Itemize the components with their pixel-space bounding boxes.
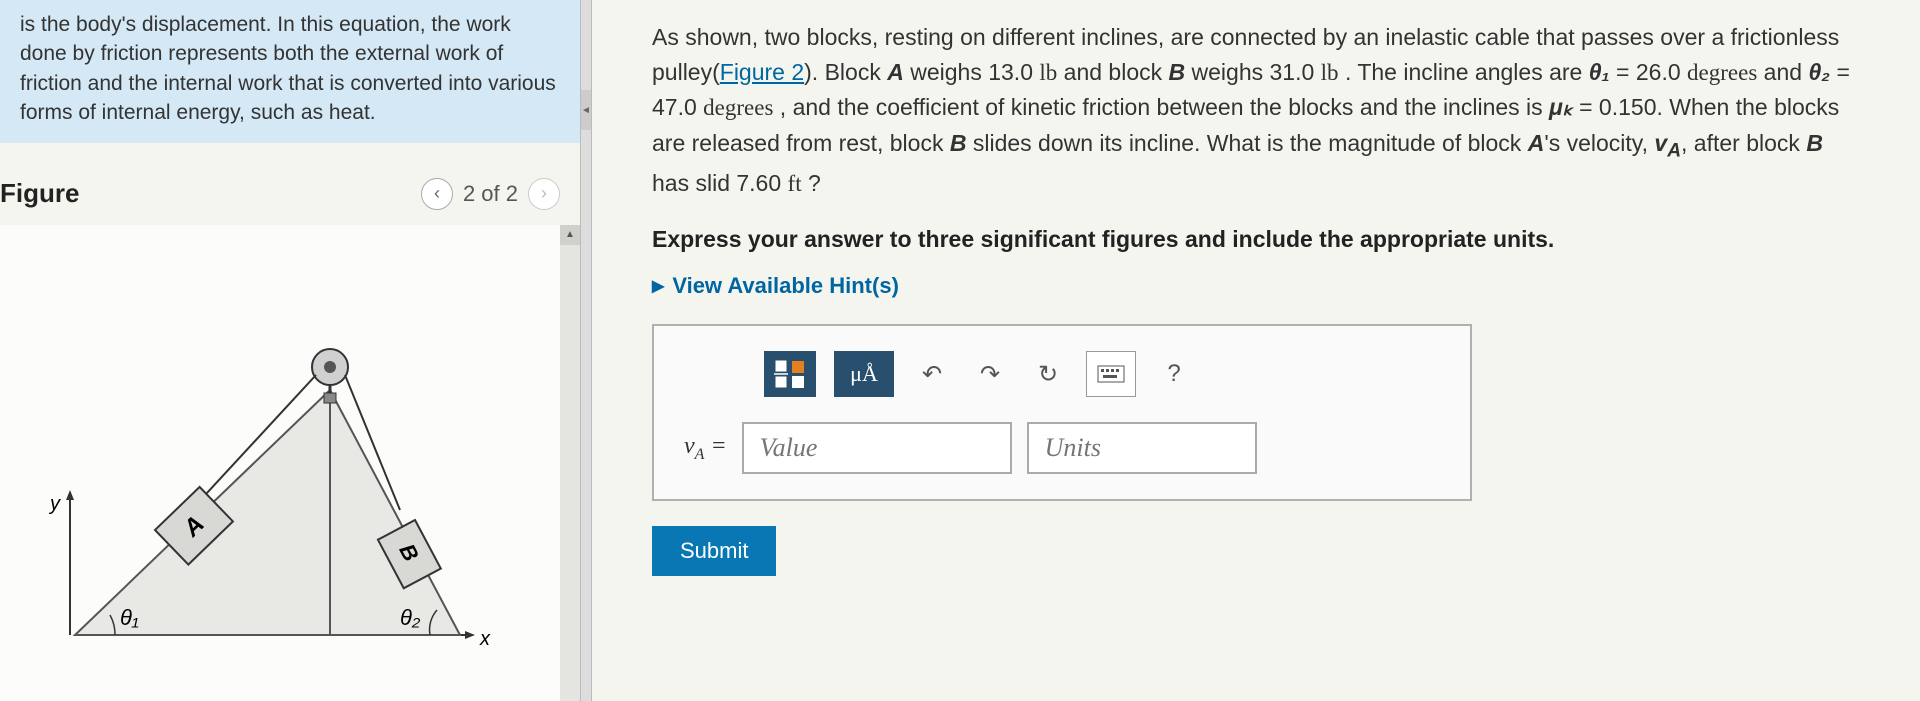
undo-button[interactable]: ↶: [912, 354, 952, 394]
answer-row: vA =: [684, 422, 1440, 474]
units-input[interactable]: [1027, 422, 1257, 474]
hints-label: View Available Hint(s): [672, 273, 899, 299]
redo-button[interactable]: ↷: [970, 354, 1010, 394]
right-panel: As shown, two blocks, resting on differe…: [592, 0, 1920, 701]
help-button[interactable]: ?: [1154, 354, 1194, 394]
figure-header: Figure ‹ 2 of 2 ›: [0, 153, 580, 225]
reset-button[interactable]: ↻: [1028, 354, 1068, 394]
value-input[interactable]: [742, 422, 1012, 474]
panel-divider[interactable]: ◄: [580, 0, 592, 701]
figure-diagram: y x θ₁ θ₂: [20, 285, 500, 665]
view-hints-link[interactable]: ▶ View Available Hint(s): [652, 273, 1860, 299]
figure-area: ▲ y x θ₁ θ₂: [0, 225, 580, 701]
submit-button[interactable]: Submit: [652, 526, 776, 576]
answer-toolbar: μÅ ↶ ↷ ↻ ?: [684, 351, 1440, 397]
figure-nav: ‹ 2 of 2 ›: [421, 178, 560, 210]
svg-text:θ₁: θ₁: [120, 605, 139, 630]
figure-next-button[interactable]: ›: [528, 178, 560, 210]
figure-nav-text: 2 of 2: [463, 181, 518, 207]
figure-prev-button[interactable]: ‹: [421, 178, 453, 210]
divider-handle-icon[interactable]: ◄: [581, 90, 591, 130]
scrollbar-up-icon[interactable]: ▲: [560, 225, 580, 245]
instruction-text: Express your answer to three significant…: [652, 226, 1860, 253]
keyboard-button[interactable]: [1086, 351, 1136, 397]
svg-text:x: x: [479, 628, 491, 650]
left-panel: is the body's displacement. In this equa…: [0, 0, 580, 701]
figure-title: Figure: [0, 178, 79, 209]
problem-text: As shown, two blocks, resting on differe…: [652, 20, 1860, 201]
svg-text:θ₂: θ₂: [400, 605, 421, 630]
figure-scrollbar[interactable]: ▲: [560, 225, 580, 701]
figure-link[interactable]: Figure 2: [720, 59, 804, 85]
info-text: is the body's displacement. In this equa…: [20, 13, 556, 124]
answer-variable-label: vA =: [684, 433, 727, 464]
info-box: is the body's displacement. In this equa…: [0, 0, 580, 143]
chevron-right-icon: ▶: [652, 276, 664, 296]
fraction-template-button[interactable]: [764, 351, 816, 397]
svg-text:y: y: [48, 493, 61, 515]
answer-box: μÅ ↶ ↷ ↻ ? vA =: [652, 324, 1472, 501]
units-button[interactable]: μÅ: [834, 351, 894, 397]
